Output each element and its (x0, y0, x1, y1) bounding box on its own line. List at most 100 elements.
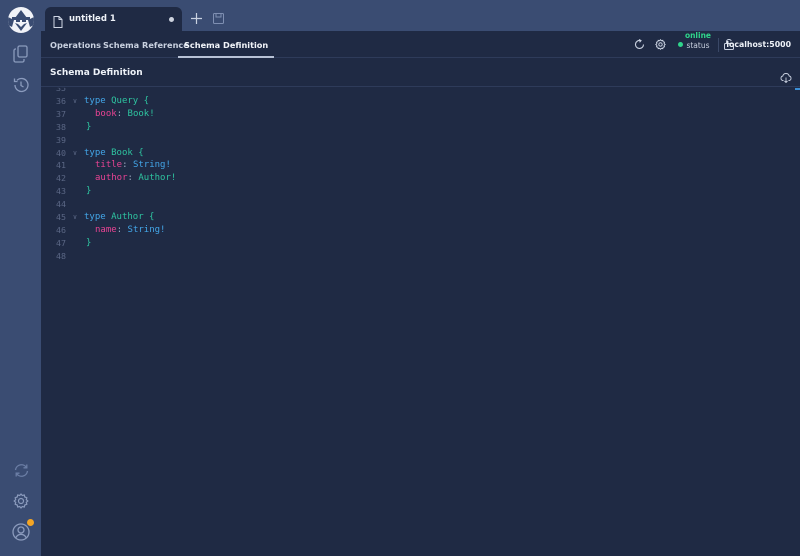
token-brace: { (143, 95, 150, 106)
fold-gutter (66, 185, 84, 198)
connection-status: online status (685, 31, 711, 58)
settings-gear-icon[interactable] (655, 31, 666, 58)
code-text: book: Book! (84, 108, 155, 121)
fold-gutter (66, 172, 84, 185)
tab-schema-reference[interactable]: Schema Reference (103, 31, 189, 58)
code-text: } (84, 121, 91, 134)
line-number: 36 (56, 95, 66, 106)
token-punc: : (122, 160, 133, 171)
token-kw: type (84, 95, 106, 106)
line-number: 47 (56, 237, 66, 248)
sub-navigation: Operations Schema Reference Schema Defin… (41, 31, 800, 58)
code-text: title: String! (84, 159, 171, 172)
token-field: author (95, 173, 128, 184)
fold-gutter (66, 224, 84, 237)
status-dot (678, 31, 683, 58)
line-number: 39 (56, 134, 66, 145)
unsaved-indicator[interactable] (169, 16, 174, 22)
tab-untitled-1[interactable]: untitled 1 (45, 7, 182, 31)
notification-badge (27, 519, 34, 526)
line-number: 44 (56, 199, 66, 210)
history-icon[interactable] (8, 72, 34, 98)
fold-gutter (66, 198, 84, 211)
scrollbar-thumb[interactable] (795, 88, 800, 90)
endpoint-host[interactable]: localhost:5000 (726, 31, 791, 58)
window-tabbar: untitled 1 (41, 0, 800, 31)
reload-schema-button[interactable] (634, 31, 645, 58)
line-number: 35 (56, 83, 66, 93)
line-number: 48 (56, 250, 66, 261)
status-state: online (684, 31, 711, 40)
code-line[interactable]: 36 ∨ type Query { (41, 95, 149, 108)
user-icon[interactable] (8, 519, 34, 545)
file-icon (53, 13, 63, 28)
code-line[interactable]: 37 book: Book! (41, 108, 155, 121)
token-tname: Author! (138, 173, 177, 184)
tab-title: untitled 1 (69, 14, 116, 24)
code-line[interactable]: 41 title: String! (41, 159, 171, 172)
altair-logo-icon[interactable] (8, 7, 34, 33)
token-kw: type (84, 147, 106, 158)
tab-schema-definition[interactable]: Schema Definition (177, 31, 275, 58)
code-line[interactable]: 44 (41, 198, 84, 211)
main-panel: Operations Schema Reference Schema Defin… (41, 31, 800, 556)
code-line[interactable]: 42 author: Author! (41, 172, 176, 185)
left-sidebar (0, 0, 41, 556)
code-line[interactable]: 35 (41, 82, 84, 95)
section-title: Schema Definition (50, 67, 143, 78)
add-tab-button[interactable] (190, 12, 202, 24)
line-number: 42 (56, 173, 66, 184)
token-field: name (95, 224, 117, 235)
fold-gutter (66, 250, 84, 263)
code-line[interactable]: 46 name: String! (41, 224, 165, 237)
token-tname: Query (111, 95, 139, 106)
code-line[interactable]: 39 (41, 134, 84, 147)
token-tname: Book (111, 147, 133, 158)
schema-code-editor[interactable]: 35 36 ∨ type Query {37 book: Book! 38} 39 40 ∨ ty… (41, 83, 794, 556)
fold-gutter (66, 82, 84, 95)
line-number: 43 (56, 186, 66, 197)
fold-chevron-icon[interactable]: ∨ (66, 211, 84, 224)
fold-chevron-icon[interactable]: ∨ (66, 95, 84, 108)
fold-gutter (66, 134, 84, 147)
token-scalar: String! (127, 224, 166, 235)
code-text: } (84, 237, 91, 250)
code-text: type Query { (84, 95, 149, 108)
code-line[interactable]: 47} (41, 237, 91, 250)
code-line[interactable]: 45 ∨ type Author { (41, 211, 154, 224)
fold-chevron-icon[interactable]: ∨ (66, 147, 84, 160)
sync-icon[interactable] (8, 457, 34, 483)
code-line[interactable]: 38} (41, 121, 91, 134)
token-brace: { (149, 212, 155, 222)
code-line[interactable]: 43} (41, 185, 91, 198)
copy-icon[interactable] (8, 41, 34, 67)
token-tname: Book! (127, 108, 155, 119)
code-text: author: Author! (84, 172, 176, 185)
token-punc: : (116, 224, 128, 235)
token-tname: Author (111, 212, 144, 222)
fold-gutter (66, 108, 84, 121)
token-brace: } (86, 121, 92, 132)
line-number: 46 (56, 224, 66, 235)
gear-icon[interactable] (8, 488, 34, 514)
code-line[interactable]: 48 (41, 250, 84, 263)
token-brace: { (138, 147, 144, 158)
token-scalar: String! (132, 160, 171, 171)
token-brace: } (86, 237, 92, 248)
tab-operations[interactable]: Operations (50, 31, 101, 58)
line-number: 38 (56, 121, 66, 132)
line-number: 37 (56, 108, 66, 119)
token-field: book (95, 108, 117, 119)
token-punc: : (127, 173, 139, 184)
code-text: } (84, 185, 91, 198)
save-icon[interactable] (212, 12, 224, 24)
divider (718, 31, 719, 58)
code-text: name: String! (84, 224, 165, 237)
cloud-download-icon[interactable] (780, 68, 792, 84)
token-brace: } (86, 186, 92, 197)
code-text: type Book { (84, 147, 144, 160)
status-label: status (686, 41, 710, 50)
fold-gutter (66, 121, 84, 134)
code-line[interactable]: 40 ∨ type Book { (41, 147, 144, 160)
line-number: 45 (56, 212, 66, 222)
